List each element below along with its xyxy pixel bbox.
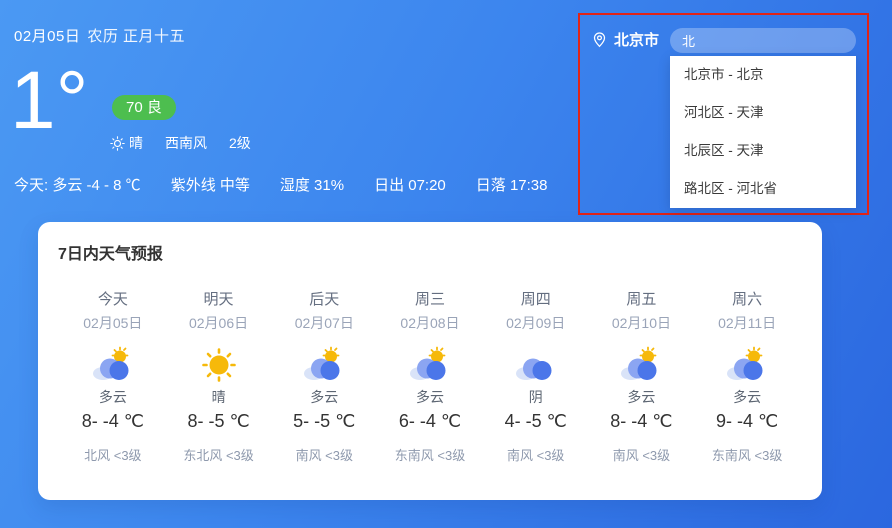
partly-cloudy-icon — [90, 346, 136, 384]
wind-direction: 西南风 — [165, 133, 207, 153]
day-temperature: 6- -4 ℃ — [377, 411, 483, 432]
day-temperature: 8- -4 ℃ — [589, 411, 695, 432]
day-temperature: 4- -5 ℃ — [483, 411, 589, 432]
suggestion-item[interactable]: 北辰区 - 天津 — [670, 132, 856, 170]
day-date: 02月06日 — [166, 313, 272, 333]
forecast-title: 7日内天气预报 — [58, 240, 163, 264]
overcast-icon — [513, 346, 559, 384]
partly-cloudy-icon — [407, 346, 453, 384]
day-date: 02月09日 — [483, 313, 589, 333]
day-condition: 多云 — [589, 387, 695, 407]
day-label: 周五 — [589, 288, 695, 309]
search-suggestions-dropdown: 北京市 - 北京 河北区 - 天津 北辰区 - 天津 路北区 - 河北省 — [670, 56, 856, 208]
sunny-icon — [196, 346, 242, 384]
forecast-day: 周三 02月08日 多云 6- -4 ℃ 东南风 <3级 — [377, 288, 483, 464]
day-temperature: 8- -4 ℃ — [60, 411, 166, 432]
forecast-day: 今天 02月05日 多云 8- -4 ℃ 北风 <3级 — [60, 288, 166, 464]
day-date: 02月05日 — [60, 313, 166, 333]
day-wind: 北风 <3级 — [60, 445, 166, 464]
current-date: 02月05日 — [14, 28, 80, 45]
current-city: 北京市 — [614, 29, 659, 50]
day-wind: 东南风 <3级 — [694, 445, 800, 464]
weather-app: 02月05日农历 正月十五 1° 70 良 晴 西南风 2级 今天: 多云 -4… — [0, 0, 892, 528]
current-temperature: 1° — [10, 56, 88, 146]
location-display: 北京市 — [592, 29, 659, 50]
wind-level: 2级 — [229, 133, 251, 153]
day-temperature: 9- -4 ℃ — [694, 411, 800, 432]
suggestion-item[interactable]: 路北区 - 河北省 — [670, 170, 856, 208]
day-wind: 东北风 <3级 — [166, 445, 272, 464]
lunar-date: 农历 正月十五 — [87, 28, 185, 45]
partly-cloudy-icon — [301, 346, 347, 384]
day-label: 今天 — [60, 288, 166, 309]
day-label: 周三 — [377, 288, 483, 309]
location-pin-icon — [592, 31, 607, 48]
day-condition: 阴 — [483, 387, 589, 407]
humidity: 湿度 31% — [280, 174, 344, 195]
aqi-badge: 70 良 — [112, 95, 176, 120]
day-condition: 多云 — [694, 387, 800, 407]
city-search-input[interactable] — [670, 28, 856, 53]
forecast-day: 周六 02月11日 多云 9- -4 ℃ 东南风 <3级 — [694, 288, 800, 464]
day-label: 明天 — [166, 288, 272, 309]
sun-outline-icon — [110, 136, 125, 151]
day-date: 02月11日 — [694, 313, 800, 333]
day-wind: 南风 <3级 — [589, 445, 695, 464]
forecast-card: 7日内天气预报 今天 02月05日 多云 8- -4 ℃ 北风 <3级 明天 0… — [38, 222, 822, 500]
day-condition: 晴 — [166, 387, 272, 407]
forecast-day: 明天 02月06日 晴 8- -5 ℃ 东北风 <3级 — [166, 288, 272, 464]
partly-cloudy-icon — [724, 346, 770, 384]
today-summary: 今天: 多云 -4 - 8 ℃ — [14, 174, 141, 195]
today-summary-row: 今天: 多云 -4 - 8 ℃ 紫外线 中等 湿度 31% 日出 07:20 日… — [14, 174, 548, 195]
forecast-day: 周五 02月10日 多云 8- -4 ℃ 南风 <3级 — [589, 288, 695, 464]
day-wind: 南风 <3级 — [271, 445, 377, 464]
suggestion-item[interactable]: 北京市 - 北京 — [670, 56, 856, 94]
day-condition: 多云 — [271, 387, 377, 407]
day-temperature: 5- -5 ℃ — [271, 411, 377, 432]
forecast-columns: 今天 02月05日 多云 8- -4 ℃ 北风 <3级 明天 02月06日 晴 … — [60, 288, 800, 464]
day-condition: 多云 — [377, 387, 483, 407]
date-line: 02月05日农历 正月十五 — [14, 25, 185, 46]
day-label: 周六 — [694, 288, 800, 309]
day-wind: 东南风 <3级 — [377, 445, 483, 464]
uv-index: 紫外线 中等 — [171, 174, 250, 195]
condition-label: 晴 — [129, 133, 143, 153]
sunset-time: 日落 17:38 — [476, 174, 548, 195]
day-label: 周四 — [483, 288, 589, 309]
suggestion-item[interactable]: 河北区 - 天津 — [670, 94, 856, 132]
day-condition: 多云 — [60, 387, 166, 407]
current-conditions: 晴 西南风 2级 — [110, 133, 251, 153]
day-date: 02月10日 — [589, 313, 695, 333]
forecast-day: 周四 02月09日 阴 4- -5 ℃ 南风 <3级 — [483, 288, 589, 464]
day-date: 02月07日 — [271, 313, 377, 333]
day-temperature: 8- -5 ℃ — [166, 411, 272, 432]
day-label: 后天 — [271, 288, 377, 309]
partly-cloudy-icon — [618, 346, 664, 384]
day-wind: 南风 <3级 — [483, 445, 589, 464]
forecast-day: 后天 02月07日 多云 5- -5 ℃ 南风 <3级 — [271, 288, 377, 464]
sunrise-time: 日出 07:20 — [374, 174, 446, 195]
day-date: 02月08日 — [377, 313, 483, 333]
